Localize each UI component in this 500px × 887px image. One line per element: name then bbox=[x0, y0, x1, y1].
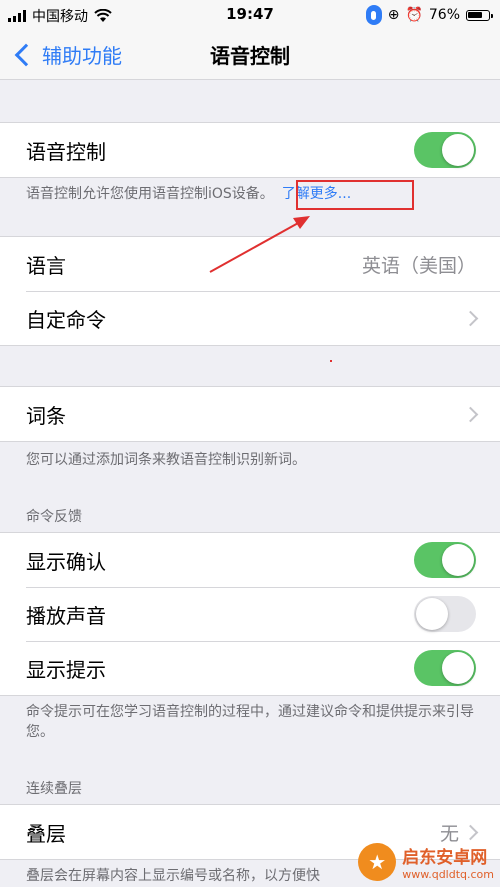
watermark: ★ 启东安卓网 www.qdldtq.com bbox=[358, 843, 494, 881]
annotation-arrow bbox=[209, 216, 310, 273]
watermark-name: 启东安卓网 bbox=[402, 848, 488, 868]
watermark-url: www.qdldtq.com bbox=[402, 868, 494, 881]
watermark-logo: ★ bbox=[358, 843, 397, 881]
annotation-dot bbox=[330, 360, 332, 362]
